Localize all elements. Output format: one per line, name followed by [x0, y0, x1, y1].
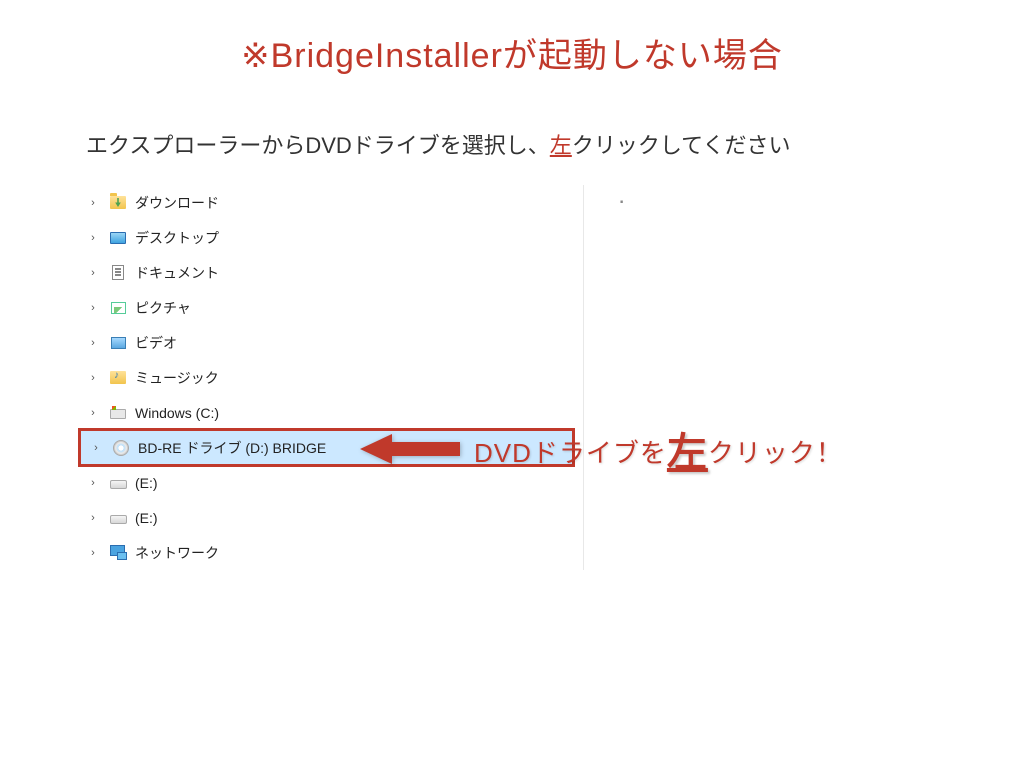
hdd-icon: [108, 508, 128, 528]
tree-item-music[interactable]: › ミュージック: [78, 360, 575, 395]
callout-emphasis: 左: [667, 431, 708, 475]
tree-item-pictures[interactable]: › ピクチャ: [78, 290, 575, 325]
tree-label: Windows (C:): [135, 405, 219, 421]
tree-label: (E:): [135, 510, 158, 526]
instruction-emphasis: 左: [550, 133, 572, 158]
tree-item-downloads[interactable]: › ダウンロード: [78, 185, 575, 220]
chevron-right-icon: ›: [86, 302, 100, 314]
page-title: ※BridgeInstallerが起動しない場合: [0, 28, 1024, 77]
chevron-right-icon: ›: [86, 267, 100, 279]
tree-item-network[interactable]: › ネットワーク: [78, 535, 575, 570]
disc-drive-icon: [111, 438, 131, 458]
instruction-pre: エクスプローラーからDVDドライブを選択し、: [86, 133, 550, 158]
videos-icon: [108, 333, 128, 353]
chevron-right-icon: ›: [86, 197, 100, 209]
tree-label: ドキュメント: [135, 263, 219, 283]
pictures-icon: [108, 298, 128, 318]
hdd-icon: [108, 473, 128, 493]
instruction-post: クリックしてください: [572, 133, 791, 158]
music-icon: [108, 368, 128, 388]
chevron-right-icon: ›: [86, 407, 100, 419]
tree-label: ミュージック: [135, 368, 219, 388]
drive-icon: [108, 403, 128, 423]
tree-item-desktop[interactable]: › デスクトップ: [78, 220, 575, 255]
tree-item-videos[interactable]: › ビデオ: [78, 325, 575, 360]
tree-label: ネットワーク: [135, 543, 219, 563]
chevron-right-icon: ›: [86, 547, 100, 559]
callout-annotation: DVDドライブを左クリック！: [360, 420, 843, 478]
tree-label: ダウンロード: [135, 193, 219, 213]
tree-label: ピクチャ: [135, 298, 191, 318]
left-arrow-icon: [360, 434, 460, 464]
callout-text: DVDドライブを左クリック！: [474, 420, 843, 478]
callout-pre: DVDドライブを: [474, 438, 667, 468]
decorative-mark: ⬝: [620, 194, 623, 209]
instruction-text: エクスプローラーからDVDドライブを選択し、左クリックしてください: [86, 128, 791, 160]
tree-item-documents[interactable]: › ドキュメント: [78, 255, 575, 290]
callout-post: クリック！: [708, 438, 843, 468]
network-icon: [108, 543, 128, 563]
chevron-right-icon: ›: [89, 442, 103, 454]
tree-label: BD-RE ドライブ (D:) BRIDGE: [138, 438, 326, 458]
explorer-tree: › ダウンロード › デスクトップ › ドキュメント › ピクチャ › ビデオ …: [78, 185, 584, 570]
downloads-folder-icon: [108, 193, 128, 213]
documents-icon: [108, 263, 128, 283]
chevron-right-icon: ›: [86, 372, 100, 384]
tree-label: (E:): [135, 475, 158, 491]
tree-label: ビデオ: [135, 333, 177, 353]
chevron-right-icon: ›: [86, 512, 100, 524]
tree-item-drive-e2[interactable]: › (E:): [78, 500, 575, 535]
chevron-right-icon: ›: [86, 337, 100, 349]
desktop-icon: [108, 228, 128, 248]
chevron-right-icon: ›: [86, 477, 100, 489]
tree-label: デスクトップ: [135, 228, 219, 248]
chevron-right-icon: ›: [86, 232, 100, 244]
